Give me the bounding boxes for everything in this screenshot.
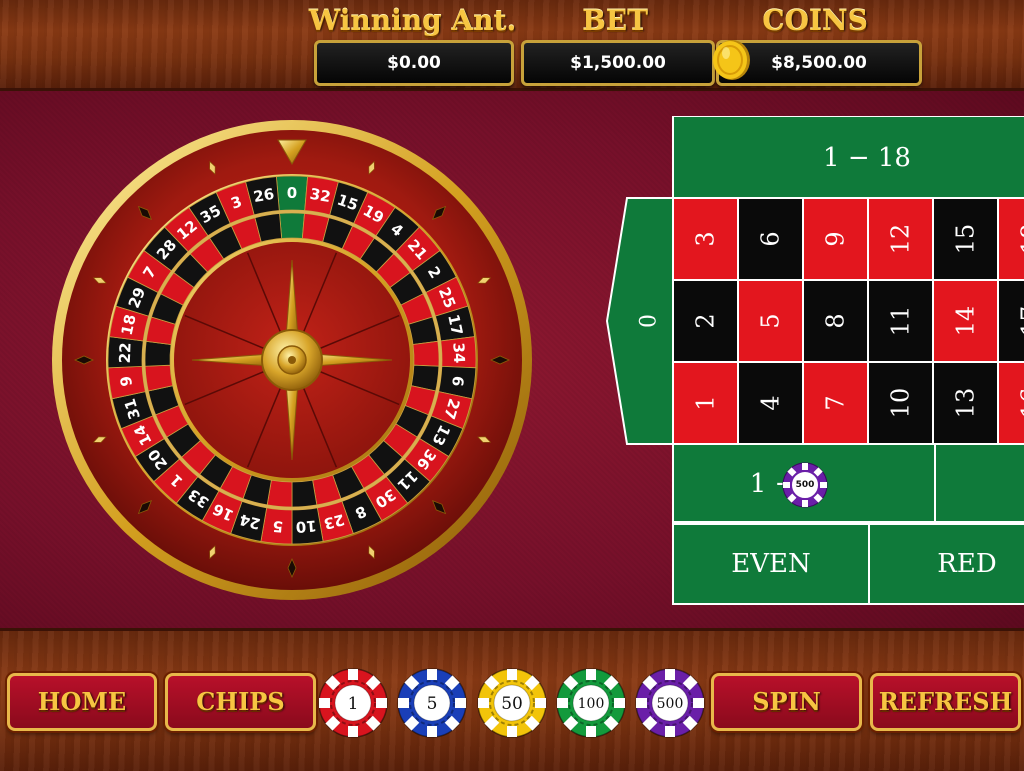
chip-value-label: 1	[348, 694, 359, 714]
chips-button[interactable]: CHIPS	[165, 673, 316, 731]
bet-number-label: 11	[887, 306, 915, 337]
bet-even-label: EVEN	[731, 549, 811, 579]
wheel-ball-pocket	[413, 341, 439, 366]
bet-number-label: 10	[887, 388, 915, 419]
bet-number-label: 13	[952, 388, 980, 419]
spin-button[interactable]: SPIN	[711, 673, 862, 731]
table-grid: 1 − 1803216549871211101514131817161 −500…	[607, 116, 1024, 604]
bet-red-label: RED	[937, 549, 996, 579]
bet-number-label: 4	[757, 395, 785, 410]
chip-value-label: 5	[427, 694, 438, 714]
betting-table[interactable]: 1 − 1803216549871211101514131817161 −500…	[605, 116, 1024, 606]
placed-chip-500: 500	[783, 463, 827, 507]
bet-number-label: 9	[822, 231, 850, 246]
bet-label: BET	[525, 4, 705, 38]
wheel-ball-pocket	[145, 341, 171, 366]
chip-500-button[interactable]: 500	[634, 667, 706, 739]
chip-1-button[interactable]: 1	[317, 667, 389, 739]
bet-number-label: 12	[887, 224, 915, 255]
roulette-wheel[interactable]: 0321519421225173462713361130823105241633…	[50, 118, 535, 603]
wheel-number-label: 32	[308, 185, 332, 206]
chip-graphic: 50	[478, 669, 546, 737]
chip-graphic: 1	[319, 669, 387, 737]
wheel-number-label: 26	[252, 185, 276, 206]
wheel-number-label: 10	[295, 517, 317, 537]
chip-value-label: 100	[578, 696, 605, 712]
bet-1-18-label: 1 − 18	[823, 143, 911, 173]
placed-chip-value: 500	[796, 480, 815, 490]
wheel-ball-pocket	[280, 213, 305, 238]
bet-number-label: 8	[822, 313, 850, 328]
wheel-number-label: 22	[116, 342, 135, 364]
coin-icon	[712, 38, 752, 82]
bet-number-label: 16	[1017, 388, 1024, 419]
bet-value: $1,500.00	[521, 40, 715, 86]
chip-value-label: 50	[501, 694, 523, 714]
bet-number-label: 1	[692, 395, 720, 410]
chip-value-label: 500	[657, 696, 684, 712]
bet-number-label: 15	[952, 224, 980, 255]
wheel-number-label: 0	[287, 184, 297, 202]
bet-number-label: 7	[822, 395, 850, 410]
bet-number-label: 6	[757, 231, 785, 246]
winning-amount-label: Winning Ant.	[300, 4, 525, 38]
chip-50-button[interactable]: 50	[476, 667, 548, 739]
chip-graphic: 100	[557, 669, 625, 737]
chip-5-button[interactable]: 5	[396, 667, 468, 739]
bet-number-label: 18	[1017, 224, 1024, 255]
wheel-ball-pocket	[292, 480, 317, 507]
bet-second-dozen-cell[interactable]	[935, 444, 1024, 522]
winning-amount-value: $0.00	[314, 40, 514, 86]
chip-100-button[interactable]: 100	[555, 667, 627, 739]
bet-zero-label: 0	[637, 314, 662, 328]
home-button[interactable]: HOME	[7, 673, 157, 731]
coins-label: COINS	[720, 4, 910, 38]
bet-number-label: 5	[757, 313, 785, 328]
bet-number-label: 3	[692, 231, 720, 246]
chip-graphic: 500	[636, 669, 704, 737]
wheel-number-label: 34	[449, 342, 468, 364]
bet-number-label: 14	[952, 306, 980, 337]
bet-number-label: 17	[1017, 306, 1024, 337]
bet-number-label: 2	[692, 313, 720, 328]
refresh-button[interactable]: REFRESH	[870, 673, 1021, 731]
chip-graphic: 5	[398, 669, 466, 737]
wheel-number-label: 5	[272, 517, 284, 536]
